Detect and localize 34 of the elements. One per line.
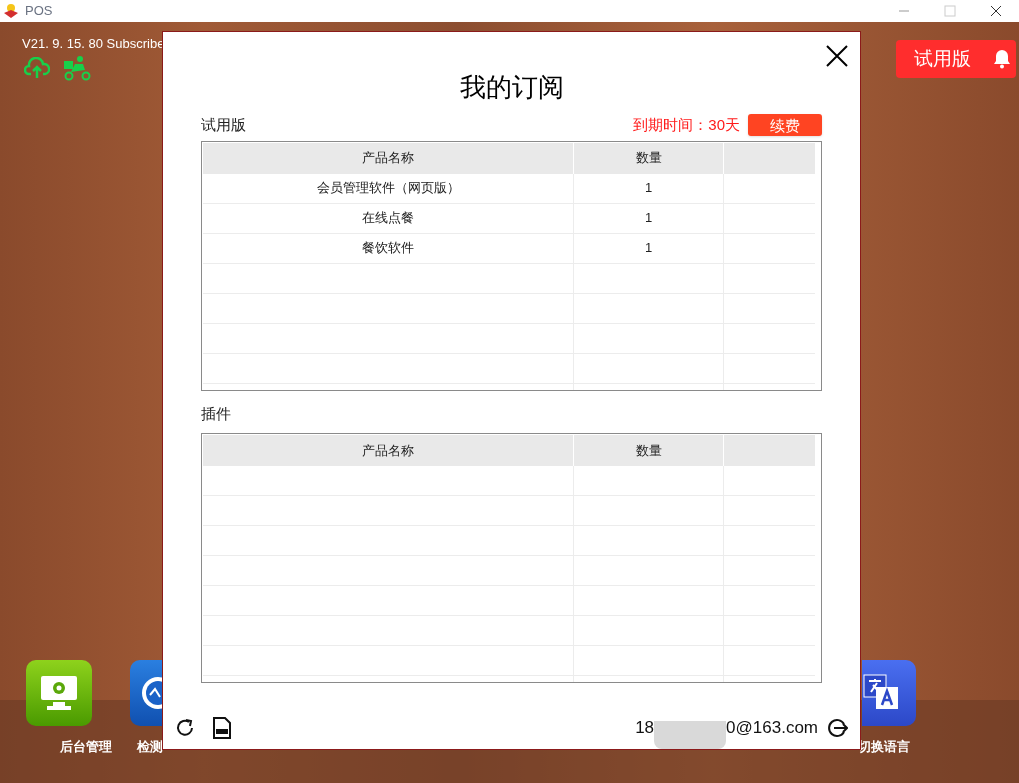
cloud-upload-icon[interactable] — [24, 57, 50, 79]
app-logo-icon — [3, 3, 19, 19]
translate-app-icon[interactable] — [862, 660, 916, 726]
renew-button[interactable]: 续费 — [748, 114, 822, 137]
column-header: 数量 — [574, 142, 724, 174]
admin-monitor-icon[interactable] — [26, 660, 92, 726]
column-header: 产品名称 — [203, 142, 574, 174]
refresh-icon[interactable] — [175, 718, 195, 738]
log-file-icon[interactable] — [213, 717, 231, 739]
close-icon[interactable] — [990, 5, 1002, 17]
table-cell: 会员管理软件（网页版） — [203, 173, 574, 204]
bell-icon — [993, 49, 1011, 69]
column-header: 数量 — [574, 435, 724, 466]
table-cell: 1 — [574, 173, 724, 204]
close-icon[interactable] — [826, 45, 848, 67]
email-text: 0@163.com — [726, 717, 818, 740]
table-cell: 餐饮软件 — [203, 233, 574, 264]
section-label: 试用版 — [201, 115, 246, 135]
delivery-scooter-icon[interactable] — [63, 55, 91, 81]
logout-icon[interactable] — [828, 718, 848, 738]
email-text: 18 — [635, 717, 655, 740]
table-cell: 在线点餐 — [203, 203, 574, 234]
window-title: POS — [25, 2, 53, 21]
section-label: 插件 — [201, 403, 231, 424]
gauge-app-icon[interactable] — [130, 660, 162, 726]
dock-label: 后台管理 — [60, 738, 112, 756]
version-text: V21. 9. 15. 80 Subscribe — [22, 35, 165, 53]
dialog-title: 我的订阅 — [459, 74, 564, 100]
trial-version-button[interactable]: 试用版 — [896, 40, 1016, 78]
column-header: 产品名称 — [203, 435, 574, 466]
table-cell: 1 — [574, 203, 724, 234]
table-cell: 1 — [574, 233, 724, 264]
dock-label: 检测 — [137, 738, 163, 756]
expiry-text: 到期时间：30天 — [633, 115, 740, 135]
